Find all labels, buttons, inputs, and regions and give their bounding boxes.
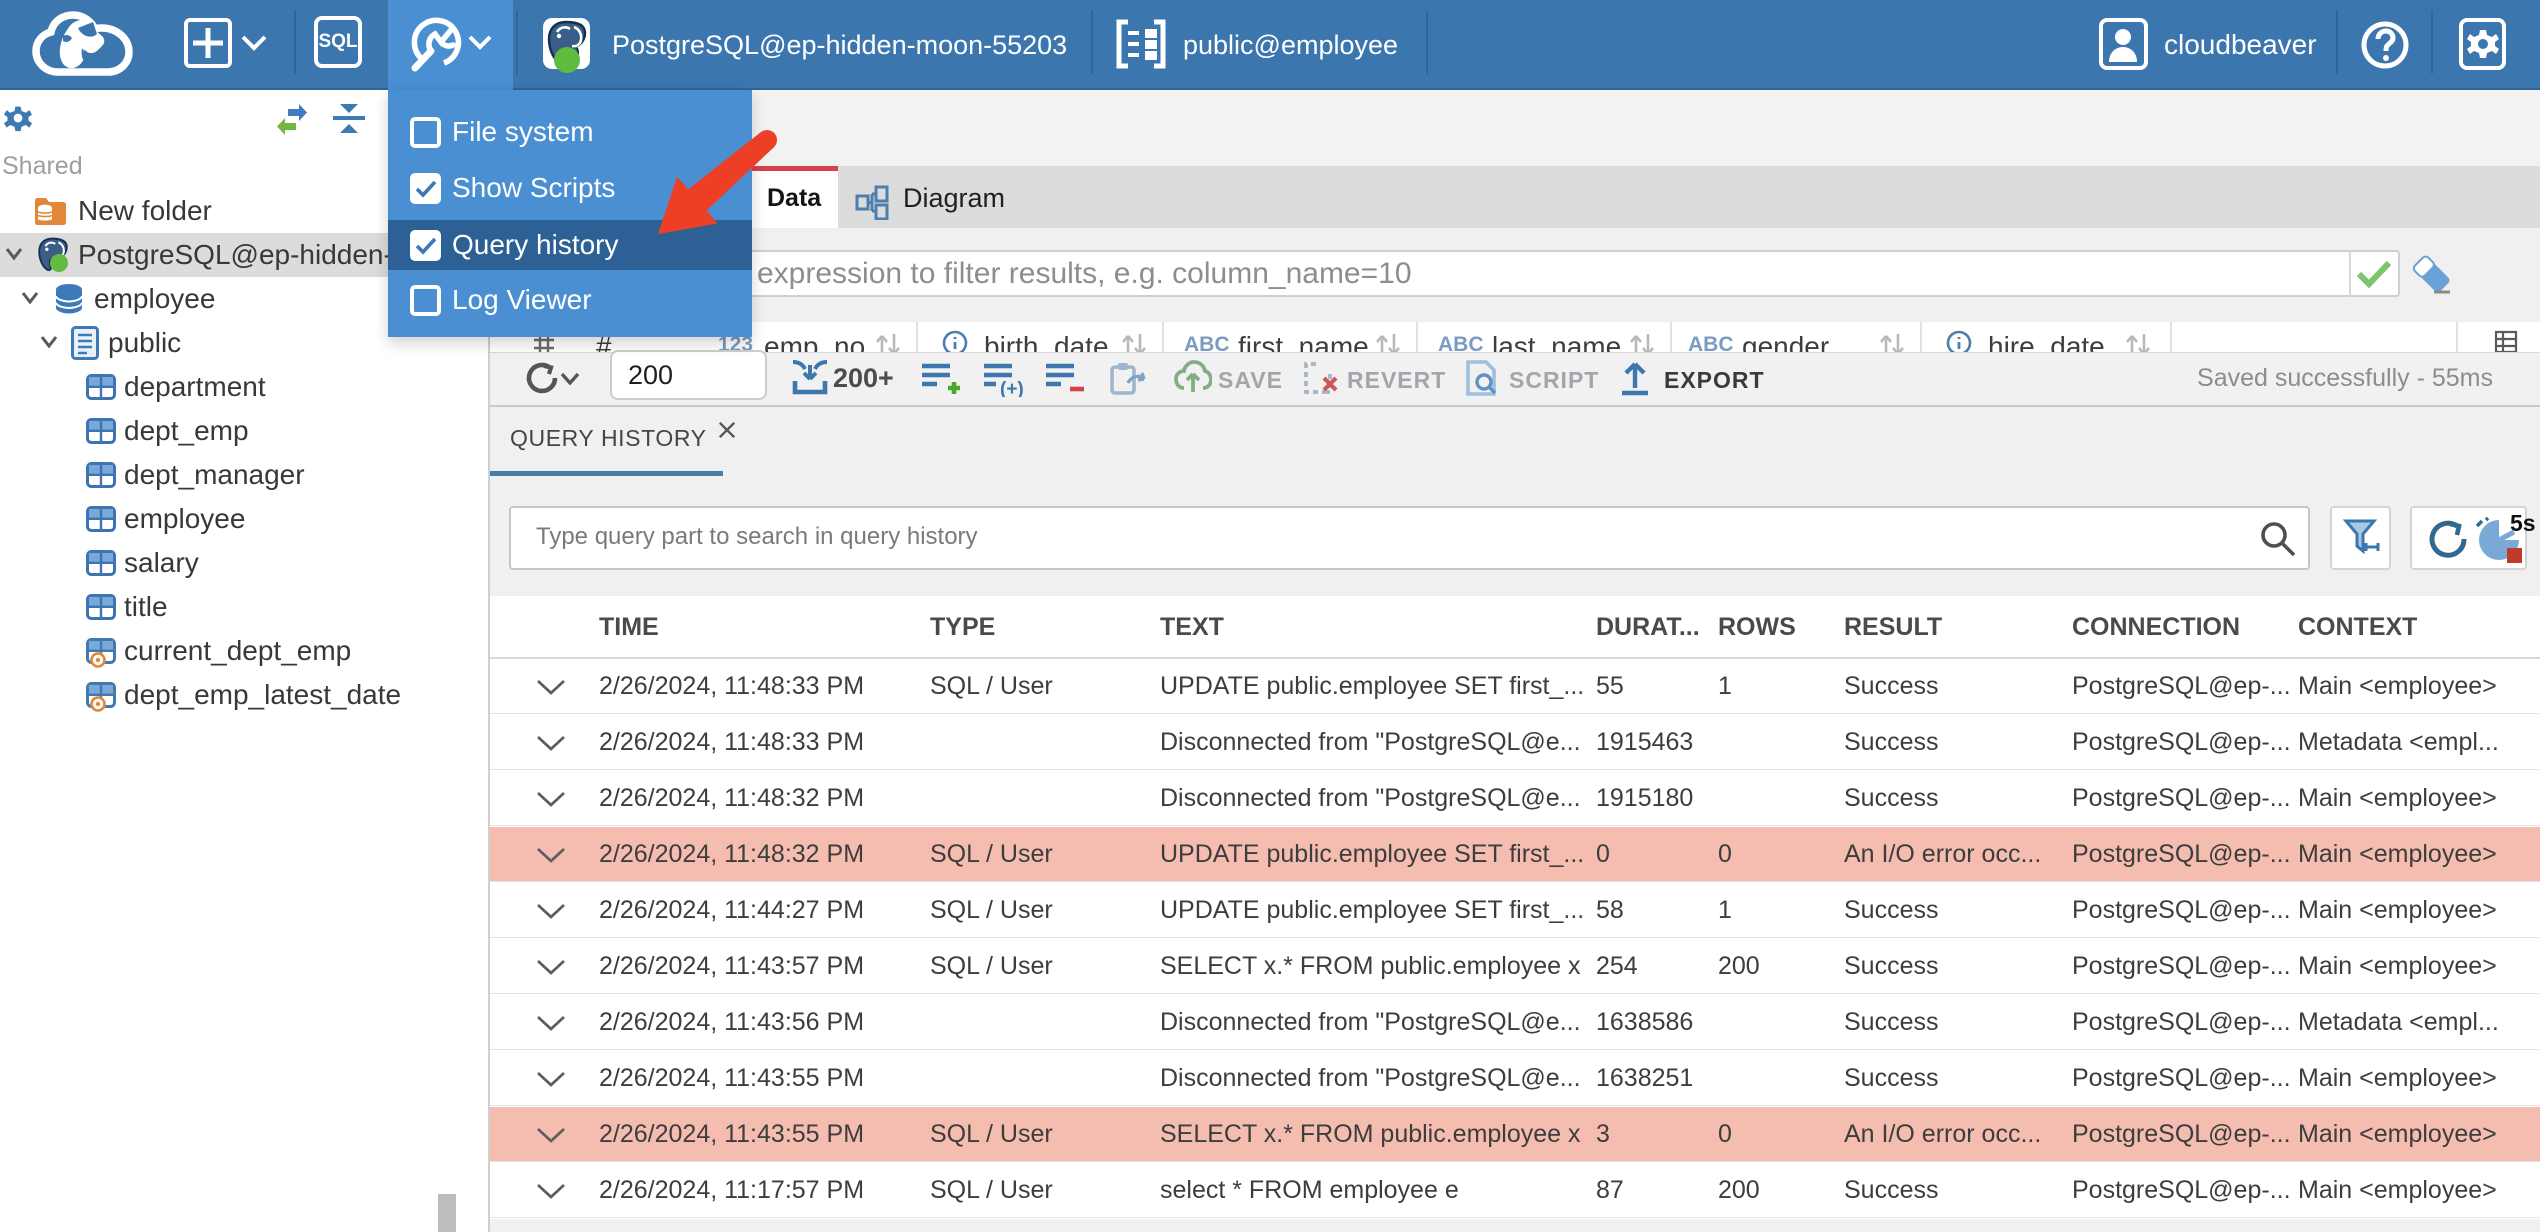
svg-text:(+): (+) — [1000, 379, 1024, 397]
